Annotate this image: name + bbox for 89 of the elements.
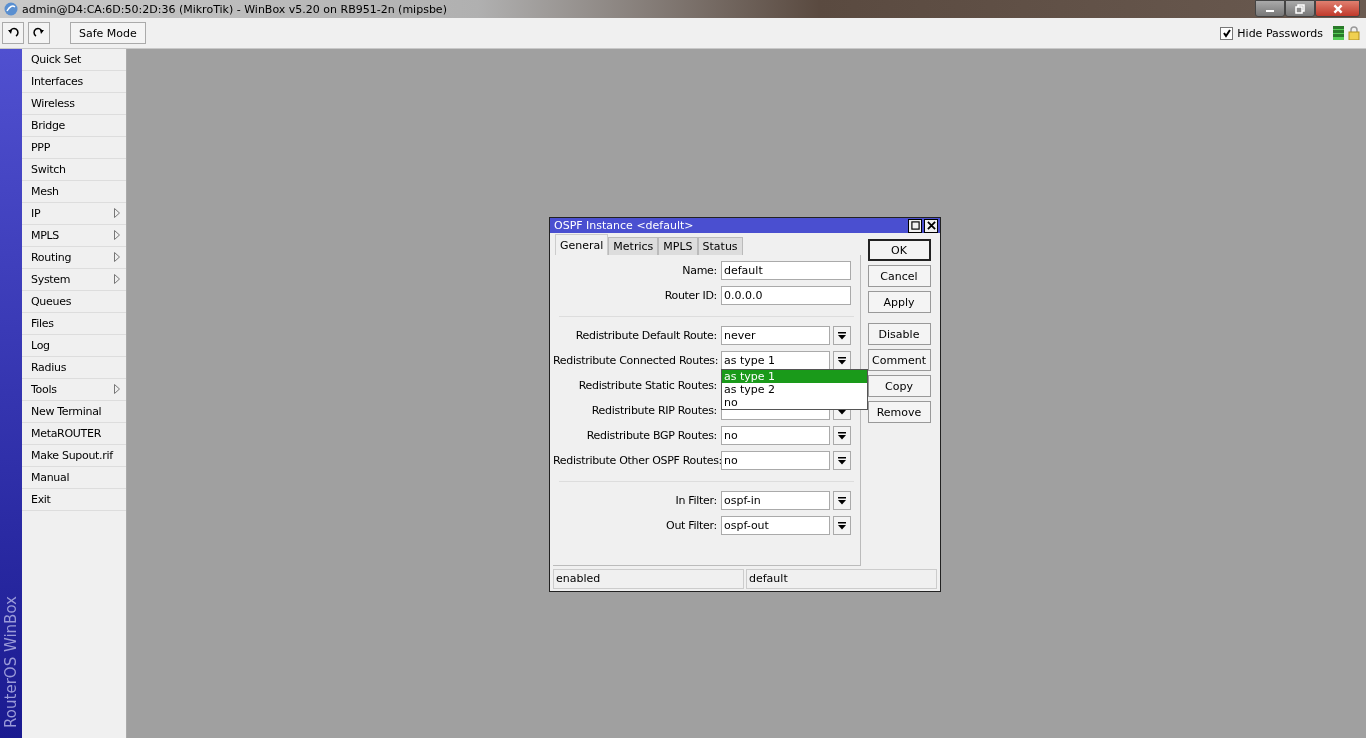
select-field[interactable]: never	[721, 326, 830, 345]
lock-icon	[1348, 26, 1360, 40]
undo-button[interactable]	[2, 22, 24, 44]
select-field[interactable]: no	[721, 451, 830, 470]
menu-item[interactable]: Interfaces	[22, 71, 126, 93]
safe-mode-button[interactable]: Safe Mode	[70, 22, 146, 44]
menu-item[interactable]: PPP	[22, 137, 126, 159]
caret-icon	[838, 431, 846, 440]
hide-passwords-label: Hide Passwords	[1237, 26, 1323, 40]
field-label: Redistribute BGP Routes:	[585, 428, 718, 444]
menu-item[interactable]: MPLS	[22, 225, 126, 247]
menu-item[interactable]: Tools	[22, 379, 126, 401]
field-label: Redistribute Default Route:	[574, 328, 718, 344]
maximize-icon	[910, 221, 920, 230]
dropdown-option[interactable]: no	[722, 396, 867, 409]
dropdown-button[interactable]	[833, 516, 851, 535]
redo-button[interactable]	[28, 22, 50, 44]
caret-icon	[838, 356, 846, 365]
app-logo-icon	[4, 2, 18, 16]
menu-item[interactable]: Make Supout.rif	[22, 445, 126, 467]
menu-item[interactable]: Queues	[22, 291, 126, 313]
caret-icon	[838, 521, 846, 530]
menu-item[interactable]: Files	[22, 313, 126, 335]
menu-item[interactable]: Mesh	[22, 181, 126, 203]
menu-item[interactable]: Bridge	[22, 115, 126, 137]
select-field[interactable]: no	[721, 426, 830, 445]
tab[interactable]: Status	[697, 237, 743, 255]
status-bars-icon	[1333, 26, 1344, 40]
menu-item[interactable]: Log	[22, 335, 126, 357]
dropdown-option[interactable]: as type 1	[722, 370, 867, 383]
field-label: Redistribute Other OSPF Routes:	[553, 453, 721, 469]
tab[interactable]: Metrics	[608, 237, 659, 255]
text-field[interactable]: default	[721, 261, 851, 280]
brand-label: RouterOS WinBox	[2, 596, 20, 728]
dropdown-button[interactable]	[833, 451, 851, 470]
dialog-button[interactable]: Cancel	[867, 265, 931, 287]
status-cell: default	[746, 569, 937, 589]
select-field[interactable]: ospf-out	[721, 516, 830, 535]
dialog-title: OSPF Instance <default>	[554, 219, 694, 232]
minimize-button[interactable]	[1255, 0, 1285, 17]
hide-passwords-checkbox[interactable]	[1220, 26, 1234, 40]
field-label: Name:	[681, 263, 718, 279]
caret-icon	[838, 456, 846, 465]
menu-item[interactable]: Switch	[22, 159, 126, 181]
menu-item[interactable]: MetaROUTER	[22, 423, 126, 445]
checkmark-icon	[1221, 28, 1232, 38]
dialog-button[interactable]: Disable	[867, 323, 931, 345]
minimize-icon	[1266, 10, 1274, 12]
field-label: Redistribute RIP Routes:	[590, 403, 718, 419]
select-field[interactable]: ospf-in	[721, 491, 830, 510]
menu-item[interactable]: Exit	[22, 489, 126, 511]
maximize-button[interactable]	[908, 218, 922, 233]
caret-icon	[838, 496, 846, 505]
menu-item[interactable]: Wireless	[22, 93, 126, 115]
dialog-button[interactable]: Apply	[867, 291, 931, 313]
field-label: Router ID:	[663, 288, 718, 304]
undo-icon	[7, 27, 19, 39]
menu-item[interactable]: New Terminal	[22, 401, 126, 423]
dialog-button[interactable]: Comment	[867, 349, 931, 371]
dropdown-button[interactable]	[833, 326, 851, 345]
field-label: Out Filter:	[665, 518, 718, 534]
tab[interactable]: General	[555, 234, 609, 255]
close-icon	[1331, 2, 1344, 15]
redo-icon	[33, 27, 45, 39]
dialog-button[interactable]: Copy	[867, 375, 931, 397]
status-cell: enabled	[553, 569, 744, 589]
field-label: Redistribute Connected Routes:	[553, 353, 720, 369]
field-label: Redistribute Static Routes:	[577, 378, 718, 394]
field-label: In Filter:	[674, 493, 718, 509]
menu-item[interactable]: Manual	[22, 467, 126, 489]
menu-item[interactable]: IP	[22, 203, 126, 225]
dropdown-option[interactable]: as type 2	[722, 383, 867, 396]
dropdown-button[interactable]	[833, 426, 851, 445]
menu-item[interactable]: Quick Set	[22, 49, 126, 71]
dialog-button[interactable]: OK	[867, 239, 931, 261]
dropdown-button[interactable]	[833, 491, 851, 510]
close-button[interactable]	[1315, 0, 1360, 17]
close-button[interactable]	[924, 218, 938, 233]
restore-icon	[1295, 3, 1305, 14]
menu-item[interactable]: System	[22, 269, 126, 291]
close-icon	[926, 221, 936, 230]
dialog-button[interactable]: Remove	[867, 401, 931, 423]
menu-item[interactable]: Radius	[22, 357, 126, 379]
text-field[interactable]: 0.0.0.0	[721, 286, 851, 305]
restore-button[interactable]	[1285, 0, 1315, 17]
menu-item[interactable]: Routing	[22, 247, 126, 269]
tab[interactable]: MPLS	[658, 237, 698, 255]
window-title: admin@D4:CA:6D:50:2D:36 (MikroTik) - WinBox v5.20 on RB951-2n (mipsbe)	[22, 2, 447, 16]
caret-icon	[838, 331, 846, 340]
